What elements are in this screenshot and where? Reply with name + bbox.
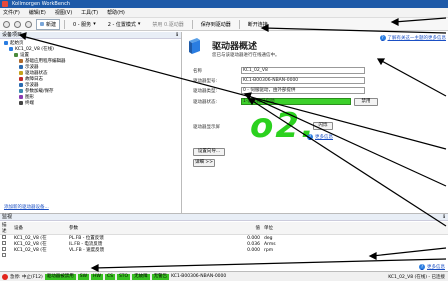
annotation-arrow: [393, 17, 447, 23]
arrow-head: [368, 252, 377, 260]
arrow-head: [260, 24, 269, 32]
annotation-arrow: [21, 35, 447, 150]
arrow-head: [90, 264, 99, 272]
arrow-head: [390, 18, 399, 26]
annotation-arrow: [250, 99, 447, 227]
annotation-arrow: [371, 247, 447, 257]
annotation-arrow: [379, 59, 447, 97]
arrow-head: [243, 92, 252, 101]
arrow-head: [18, 32, 27, 41]
arrow-head: [376, 58, 386, 66]
annotation-arrow: [93, 258, 447, 269]
annotation-arrow: [263, 27, 447, 34]
arrow-head: [247, 98, 257, 106]
annotation-arrows: [18, 17, 447, 272]
